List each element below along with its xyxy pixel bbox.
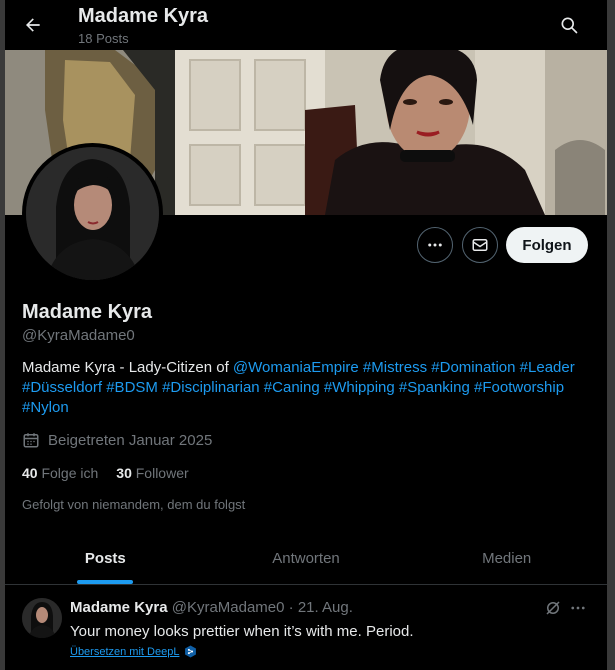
profile-bio: Madame Kyra - Lady-Citizen of @WomaniaEm… (22, 358, 587, 418)
post-avatar-image (22, 598, 62, 638)
envelope-icon (472, 239, 488, 251)
hashtag-link[interactable]: #Leader (520, 359, 575, 376)
message-button[interactable] (462, 227, 498, 263)
follow-button[interactable]: Folgen (506, 227, 588, 263)
tab-label: Medien (482, 549, 532, 567)
post-author-name[interactable]: Madame Kyra (70, 599, 168, 616)
joined-date: Beigetreten Januar 2025 (22, 431, 212, 449)
profile-name: Madame Kyra (22, 301, 153, 323)
search-button[interactable] (551, 7, 587, 43)
tab-replies[interactable]: Antworten (206, 532, 407, 584)
joined-text: Beigetreten Januar 2025 (48, 431, 213, 449)
profile-tabs: Posts Antworten Medien (5, 532, 607, 585)
post-header: Madame Kyra @KyraMadame0 · 21. Aug. (70, 599, 353, 616)
window-frame-right (607, 0, 615, 670)
deepl-icon (185, 645, 197, 658)
post-item[interactable]: Madame Kyra @KyraMadame0 · 21. Aug. Your… (5, 586, 607, 670)
post-avatar[interactable] (22, 598, 62, 638)
hashtag-link[interactable]: #Disciplinarian (162, 379, 260, 396)
back-button[interactable] (15, 7, 51, 43)
bio-mention-link[interactable]: @WomaniaEmpire (233, 359, 359, 376)
hashtag-link[interactable]: #Whipping (324, 379, 395, 396)
arrow-left-icon (26, 18, 40, 32)
avatar-image (26, 147, 159, 280)
translate-link[interactable]: Übersetzen mit DeepL (70, 645, 197, 658)
bio-text: Madame Kyra - Lady-Citizen of (22, 359, 233, 376)
more-horizontal-icon (428, 243, 442, 247)
hashtag-link[interactable]: #Caning (264, 379, 320, 396)
hashtag-link[interactable]: #BDSM (106, 379, 158, 396)
active-tab-indicator (77, 580, 134, 584)
profile-column: Madame Kyra 18 Posts Folgen Madame Kyra … (5, 0, 607, 670)
hashtag-link[interactable]: #Spanking (399, 379, 470, 396)
hashtag-link[interactable]: #Nylon (22, 399, 69, 416)
header-post-count: 18 Posts (78, 31, 129, 46)
followers-count: 30 (116, 465, 132, 481)
more-horizontal-icon (571, 606, 585, 610)
calendar-icon (23, 433, 39, 448)
followed-by-text: Gefolgt von niemandem, dem du folgst (22, 497, 246, 512)
tab-label: Antworten (272, 549, 340, 567)
post-author-handle[interactable]: @KyraMadame0 (172, 599, 285, 616)
hashtag-link[interactable]: #Domination (431, 359, 515, 376)
grok-button[interactable] (542, 597, 564, 619)
hashtag-link[interactable]: #Footworship (474, 379, 564, 396)
post-more-button[interactable] (567, 597, 589, 619)
tab-media[interactable]: Medien (406, 532, 607, 584)
following-count: 40 (22, 465, 38, 481)
followers-link[interactable]: 30 Follower (116, 465, 188, 481)
header-title: Madame Kyra (78, 5, 209, 27)
translate-label: Übersetzen mit DeepL (70, 645, 180, 658)
tab-label: Posts (84, 549, 126, 567)
post-text: Your money looks prettier when it’s with… (70, 623, 414, 640)
post-date[interactable]: · 21. Aug. (289, 599, 353, 616)
top-bar: Madame Kyra 18 Posts (5, 0, 607, 50)
profile-avatar[interactable] (22, 143, 163, 284)
hashtag-link[interactable]: #Düsseldorf (22, 379, 102, 396)
profile-stats: 40 Folge ich 30 Follower (22, 465, 207, 481)
profile-handle: @KyraMadame0 (22, 327, 135, 344)
search-icon (561, 17, 578, 34)
followers-label: Follower (135, 465, 189, 481)
more-options-button[interactable] (417, 227, 453, 263)
tab-posts[interactable]: Posts (5, 532, 206, 584)
following-label: Folge ich (41, 465, 99, 481)
grok-icon (546, 601, 560, 615)
hashtag-link[interactable]: #Mistress (363, 359, 427, 376)
following-link[interactable]: 40 Folge ich (22, 465, 98, 481)
